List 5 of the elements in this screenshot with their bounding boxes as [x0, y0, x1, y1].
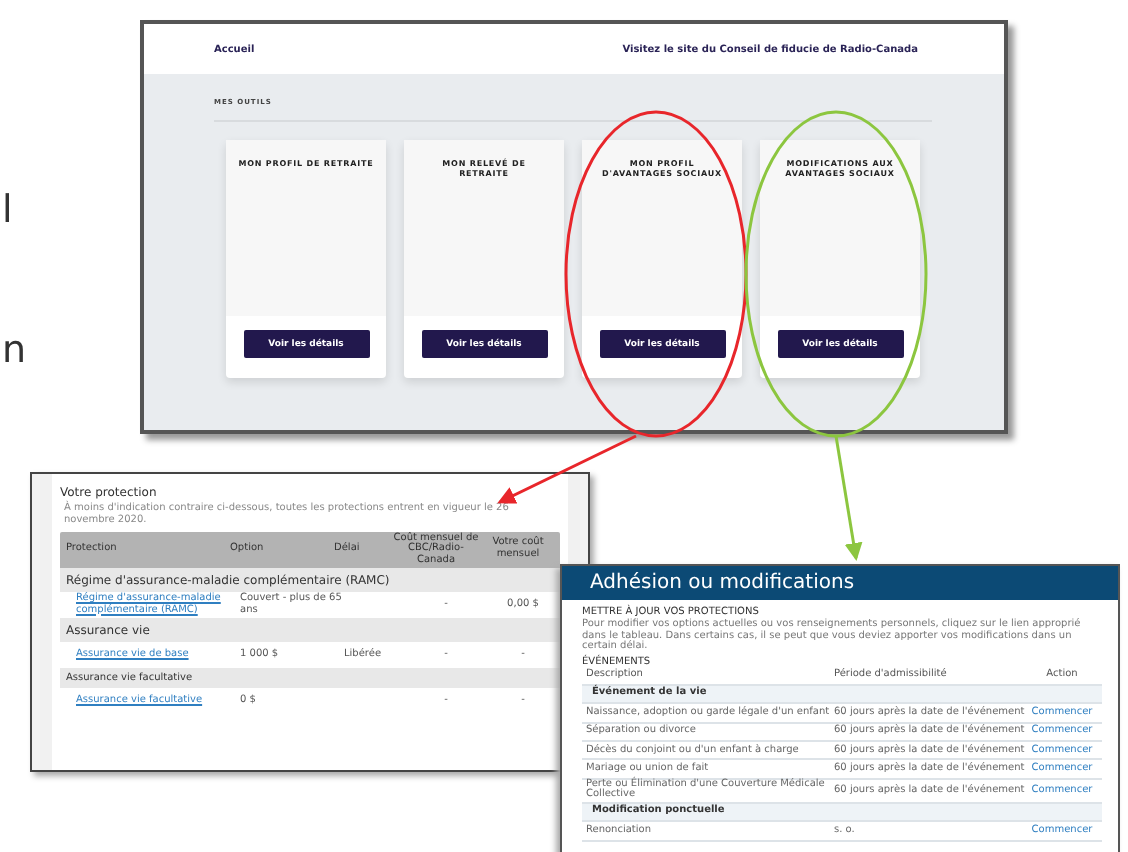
pointer-arrow: [497, 434, 637, 504]
pointer-arrow: [834, 435, 863, 561]
page-title: Adhésion ou modifications: [590, 572, 855, 594]
cut-off-text: n: [2, 332, 27, 370]
cut-off-text: l: [2, 192, 13, 230]
